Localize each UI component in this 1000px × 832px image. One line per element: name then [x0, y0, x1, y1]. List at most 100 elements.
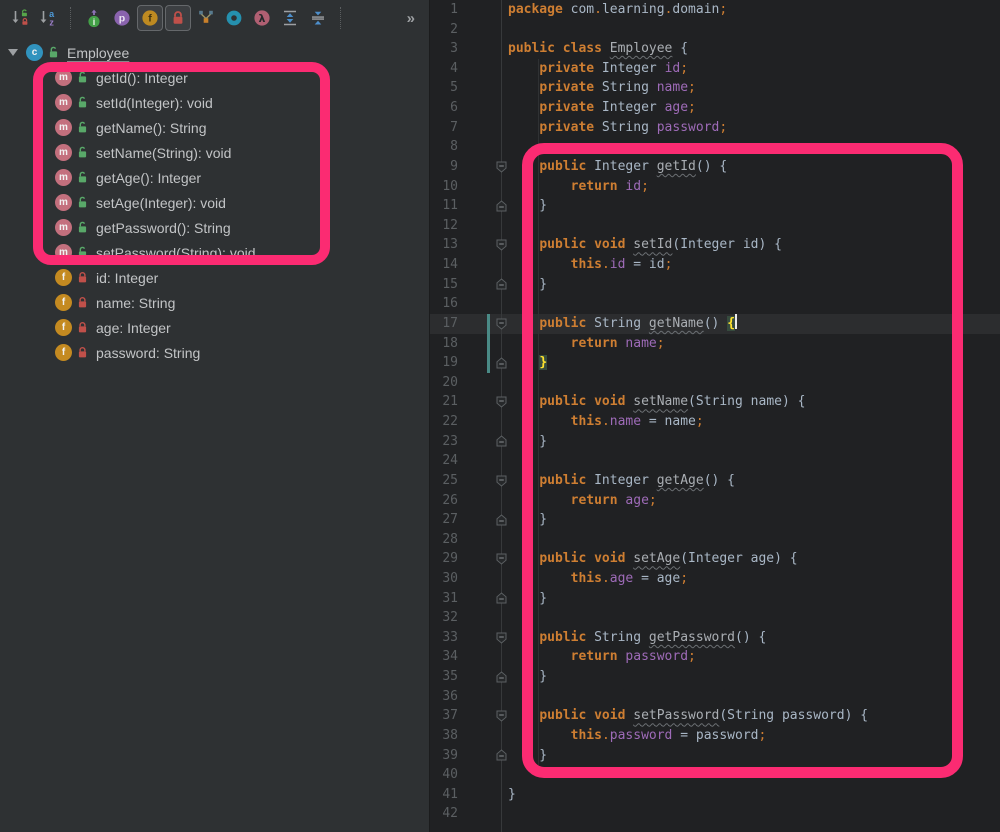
line-number[interactable]: 6 [430, 98, 458, 118]
line-number[interactable]: 41 [430, 785, 458, 805]
line-number[interactable]: 24 [430, 451, 458, 471]
fold-collapse-icon[interactable] [495, 157, 507, 177]
line-number[interactable]: 17 [430, 314, 458, 334]
show-lambdas-button[interactable]: λ [249, 5, 275, 31]
code-line-39[interactable]: } [508, 746, 547, 766]
line-number[interactable]: 39 [430, 746, 458, 766]
structure-node-setage[interactable]: m setAge(Integer): void [0, 190, 430, 215]
code-line-26[interactable]: return age; [508, 491, 657, 511]
code-line-31[interactable]: } [508, 589, 547, 609]
code-line-18[interactable]: return name; [508, 334, 665, 354]
fold-end-icon[interactable] [495, 353, 507, 373]
line-number[interactable]: 3 [430, 39, 458, 59]
line-number[interactable]: 18 [430, 334, 458, 354]
fold-collapse-icon[interactable] [495, 392, 507, 412]
more-actions-button[interactable]: » [407, 10, 416, 27]
line-number[interactable]: 37 [430, 706, 458, 726]
line-number[interactable]: 35 [430, 667, 458, 687]
code-line-4[interactable]: private Integer id; [508, 59, 688, 79]
code-line-34[interactable]: return password; [508, 647, 696, 667]
code-line-35[interactable]: } [508, 667, 547, 687]
code-line-25[interactable]: public Integer getAge() { [508, 471, 735, 491]
line-number[interactable]: 1 [430, 0, 458, 20]
line-number[interactable]: 34 [430, 647, 458, 667]
line-number[interactable]: 21 [430, 392, 458, 412]
show-non-public-button[interactable] [165, 5, 191, 31]
code-line-15[interactable]: } [508, 275, 547, 295]
expand-arrow-icon[interactable] [8, 49, 18, 56]
line-number[interactable]: 16 [430, 294, 458, 314]
vcs-change-marker[interactable] [487, 313, 490, 373]
fold-collapse-icon[interactable] [495, 471, 507, 491]
fold-end-icon[interactable] [495, 510, 507, 530]
line-number[interactable]: 32 [430, 608, 458, 628]
code-line-11[interactable]: } [508, 196, 547, 216]
show-anonymous-classes-button[interactable] [193, 5, 219, 31]
fold-end-icon[interactable] [495, 746, 507, 766]
line-number[interactable]: 25 [430, 471, 458, 491]
fold-collapse-icon[interactable] [495, 628, 507, 648]
code-line-21[interactable]: public void setName(String name) { [508, 392, 805, 412]
line-number[interactable]: 40 [430, 765, 458, 785]
show-interfaces-button[interactable] [221, 5, 247, 31]
line-number[interactable]: 20 [430, 373, 458, 393]
line-number[interactable]: 15 [430, 275, 458, 295]
sort-alphabetically-button[interactable]: az [35, 5, 61, 31]
structure-node-password[interactable]: f password: String [0, 340, 430, 365]
structure-node-getpassword[interactable]: m getPassword(): String [0, 215, 430, 240]
structure-node-getage[interactable]: m getAge(): Integer [0, 165, 430, 190]
fold-end-icon[interactable] [495, 589, 507, 609]
structure-node-getname[interactable]: m getName(): String [0, 115, 430, 140]
structure-node-setname[interactable]: m setName(String): void [0, 140, 430, 165]
code-line-17[interactable]: public String getName() { [508, 313, 738, 334]
code-line-9[interactable]: public Integer getId() { [508, 157, 727, 177]
fold-collapse-icon[interactable] [495, 706, 507, 726]
structure-node-employee[interactable]: c Employee [0, 40, 430, 65]
code-line-30[interactable]: this.age = age; [508, 569, 688, 589]
line-number[interactable]: 23 [430, 432, 458, 452]
line-number[interactable]: 2 [430, 20, 458, 40]
line-number[interactable]: 5 [430, 78, 458, 98]
structure-node-name[interactable]: f name: String [0, 290, 430, 315]
code-line-33[interactable]: public String getPassword() { [508, 628, 766, 648]
show-inherited-button[interactable]: i [81, 5, 107, 31]
code-line-7[interactable]: private String password; [508, 118, 727, 138]
fold-end-icon[interactable] [495, 432, 507, 452]
code-line-38[interactable]: this.password = password; [508, 726, 767, 746]
line-number[interactable]: 22 [430, 412, 458, 432]
line-number[interactable]: 38 [430, 726, 458, 746]
line-number[interactable]: 8 [430, 137, 458, 157]
code-line-19[interactable]: } [508, 353, 548, 373]
line-number[interactable]: 33 [430, 628, 458, 648]
line-number[interactable]: 36 [430, 687, 458, 707]
line-number[interactable]: 11 [430, 196, 458, 216]
line-number[interactable]: 4 [430, 59, 458, 79]
collapse-all-button[interactable] [305, 5, 331, 31]
code-editor[interactable]: 1 2 3 4 5 6 7 8 9 10 11 12 13 14 15 16 17 18 19 20 21 22 23 24 2… [430, 0, 1000, 832]
fold-end-icon[interactable] [495, 196, 507, 216]
line-number[interactable]: 27 [430, 510, 458, 530]
line-number[interactable]: 30 [430, 569, 458, 589]
code-line-1[interactable]: package com.learning.domain; [508, 0, 727, 20]
line-number[interactable]: 12 [430, 216, 458, 236]
line-number[interactable]: 28 [430, 530, 458, 550]
code-line-29[interactable]: public void setAge(Integer age) { [508, 549, 797, 569]
line-number[interactable]: 19 [430, 353, 458, 373]
fold-collapse-icon[interactable] [495, 549, 507, 569]
show-properties-button[interactable]: p [109, 5, 135, 31]
structure-node-id[interactable]: f id: Integer [0, 265, 430, 290]
fold-collapse-icon[interactable] [495, 314, 507, 334]
expand-all-button[interactable] [277, 5, 303, 31]
structure-node-getid[interactable]: m getId(): Integer [0, 65, 430, 90]
code-line-27[interactable]: } [508, 510, 547, 530]
code-line-41[interactable]: } [508, 785, 516, 805]
code-line-6[interactable]: private Integer age; [508, 98, 696, 118]
code-line-23[interactable]: } [508, 432, 547, 452]
line-number[interactable]: 9 [430, 157, 458, 177]
code-line-10[interactable]: return id; [508, 177, 649, 197]
code-line-37[interactable]: public void setPassword(String password)… [508, 706, 868, 726]
fold-collapse-icon[interactable] [495, 235, 507, 255]
code-line-22[interactable]: this.name = name; [508, 412, 704, 432]
code-line-3[interactable]: public class Employee { [508, 39, 688, 59]
structure-node-setid[interactable]: m setId(Integer): void [0, 90, 430, 115]
